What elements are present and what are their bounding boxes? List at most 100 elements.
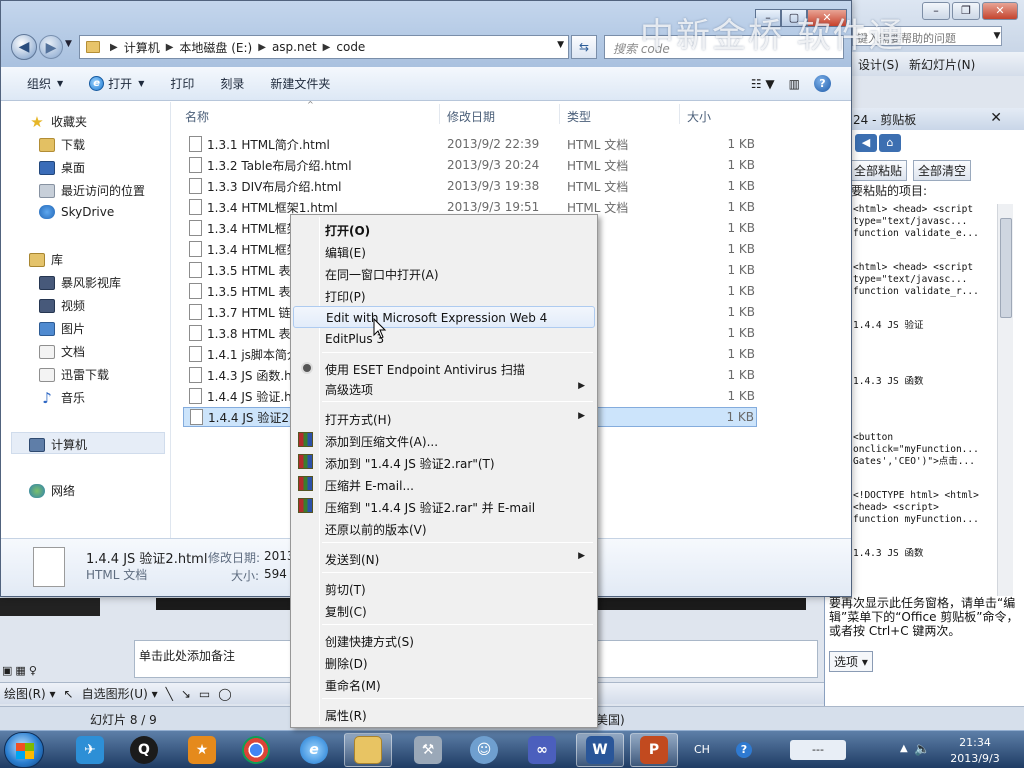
file-row[interactable]: 1.3.2 Table布局介绍.html 2013/9/3 20:24 HTML 文… xyxy=(183,155,757,175)
taskbar-powerpoint[interactable]: P xyxy=(630,733,678,767)
taskbar-qq[interactable]: Q xyxy=(120,733,168,767)
design-button[interactable]: 设计(S) xyxy=(858,56,899,73)
taskbar-internet-explorer[interactable]: e xyxy=(290,733,338,767)
menu-item-open-same-window[interactable]: 在同一窗口中打开(A) xyxy=(293,262,595,284)
sorter-view-icon[interactable]: ▦ xyxy=(15,664,25,677)
menu-item-delete[interactable]: 删除(D) xyxy=(293,651,595,673)
arrow-icon[interactable]: ↘ xyxy=(181,687,191,701)
menu-item-copy[interactable]: 复制(C) xyxy=(293,599,595,621)
taskbar-word[interactable]: W xyxy=(576,733,624,767)
chevron-down-icon[interactable]: ▼ xyxy=(990,26,1004,46)
volume-icon[interactable]: 🔈 xyxy=(914,742,930,757)
maximize-button[interactable]: ❐ xyxy=(952,2,980,20)
line-icon[interactable]: ╲ xyxy=(166,687,173,701)
nav-item-documents[interactable]: 文档 xyxy=(39,343,85,360)
nav-item-pictures[interactable]: 图片 xyxy=(39,320,85,337)
menu-item-compress-rar-email[interactable]: 压缩到 "1.4.4 JS 验证2.rar" 并 E-mail xyxy=(293,495,595,517)
chevron-right-icon[interactable]: ▶ xyxy=(258,42,266,53)
column-header-name[interactable]: 名称 xyxy=(185,108,209,125)
back-icon[interactable]: ◀ xyxy=(855,134,877,152)
close-icon[interactable]: ✕ xyxy=(990,110,1002,126)
breadcrumb-item[interactable]: asp.net xyxy=(272,40,317,54)
chevron-right-icon[interactable]: ▶ xyxy=(323,42,331,53)
menu-item-eset-scan[interactable]: 使用 ESET Endpoint Antivirus 扫描 xyxy=(293,357,595,379)
nav-libraries[interactable]: 库 xyxy=(29,251,63,268)
menu-item-add-rar[interactable]: 添加到 "1.4.4 JS 验证2.rar"(T) xyxy=(293,451,595,473)
taskbar-app-orange[interactable]: ★ xyxy=(178,733,226,767)
column-header-size[interactable]: 大小 xyxy=(687,108,711,125)
column-header-date[interactable]: 修改日期 xyxy=(447,108,495,125)
menu-item-properties[interactable]: 属性(R) xyxy=(293,703,595,725)
menu-item-edit-expression-web[interactable]: Edit with Microsoft Expression Web 4 xyxy=(293,306,595,328)
draw-menu-button[interactable]: 绘图(R) ▾ xyxy=(4,685,56,702)
nav-item-recent[interactable]: 最近访问的位置 xyxy=(39,182,145,199)
clear-all-button[interactable]: 全部清空 xyxy=(913,160,972,181)
clipboard-item[interactable]: <html> <head> <script type="text/javasc.… xyxy=(853,262,1003,298)
breadcrumb-item[interactable]: 本地磁盘 (E:) xyxy=(179,39,252,56)
language-indicator[interactable]: CH xyxy=(694,743,710,756)
menu-item-print[interactable]: 打印(P) xyxy=(293,284,595,306)
clipboard-item[interactable]: <html> <head> <script type="text/javasc.… xyxy=(853,204,1003,240)
taskbar-tools[interactable]: ⚒ xyxy=(404,733,452,767)
preview-pane-icon[interactable]: ▥ xyxy=(789,77,800,91)
input-method-indicator[interactable]: --- xyxy=(790,740,846,760)
print-button[interactable]: 打印 xyxy=(170,75,194,92)
menu-item-create-shortcut[interactable]: 创建快捷方式(S) xyxy=(293,629,595,651)
menu-item-open-with[interactable]: 打开方式(H) ▶ xyxy=(293,407,595,429)
back-button[interactable]: ◀ xyxy=(11,34,37,60)
column-divider[interactable] xyxy=(559,104,560,124)
slide-thumbnail[interactable] xyxy=(0,598,100,616)
burn-button[interactable]: 刻录 xyxy=(220,75,244,92)
nav-item-videos[interactable]: 视频 xyxy=(39,297,85,314)
minimize-button[interactable]: – xyxy=(922,2,950,20)
new-folder-button[interactable]: 新建文件夹 xyxy=(270,75,330,92)
view-options-icon[interactable]: ☷ ▼ xyxy=(751,77,775,91)
pointer-icon[interactable]: ↖ xyxy=(64,687,74,701)
menu-item-restore-previous[interactable]: 还原以前的版本(V) xyxy=(293,517,595,539)
normal-view-icon[interactable]: ▣ xyxy=(2,664,12,677)
rectangle-icon[interactable]: ▭ xyxy=(199,687,210,701)
slideshow-icon[interactable]: ♀ xyxy=(29,664,37,677)
menu-item-cut[interactable]: 剪切(T) xyxy=(293,577,595,599)
menu-item-rename[interactable]: 重命名(M) xyxy=(293,673,595,695)
oval-icon[interactable]: ◯ xyxy=(218,687,231,701)
open-button[interactable]: e 打开 ▼ xyxy=(89,75,144,92)
clipboard-item[interactable]: 1.4.3 JS 函数 xyxy=(853,548,1003,560)
nav-item-xunlei[interactable]: 迅雷下载 xyxy=(39,366,109,383)
options-button[interactable]: 选项 ▾ xyxy=(829,651,873,672)
menu-item-advanced[interactable]: 高级选项 ▶ xyxy=(293,377,595,399)
new-slide-button[interactable]: 新幻灯片(N) xyxy=(909,56,975,73)
menu-item-compress-email[interactable]: 压缩并 E-mail... xyxy=(293,473,595,495)
paste-all-button[interactable]: 全部粘贴 xyxy=(849,160,908,181)
close-button[interactable]: ✕ xyxy=(982,2,1018,20)
nav-item-desktop[interactable]: 桌面 xyxy=(39,159,85,176)
scrollbar[interactable] xyxy=(997,204,1013,596)
taskbar-chrome[interactable] xyxy=(232,733,280,767)
clipboard-item[interactable]: 1.4.3 JS 函数 xyxy=(853,376,1003,388)
nav-item-skydrive[interactable]: SkyDrive xyxy=(39,205,114,219)
forward-button[interactable]: ▶ xyxy=(39,35,63,59)
taskbar-explorer[interactable] xyxy=(344,733,392,767)
start-button[interactable] xyxy=(4,732,44,768)
chevron-right-icon[interactable]: ▶ xyxy=(110,42,118,53)
menu-item-add-archive[interactable]: 添加到压缩文件(A)... xyxy=(293,429,595,451)
organize-button[interactable]: 组织 ▼ xyxy=(27,75,63,92)
menu-item-editplus[interactable]: EditPlus 3 xyxy=(293,328,595,350)
show-hidden-icons-icon[interactable]: ▲ xyxy=(900,743,908,754)
nav-item-music[interactable]: ♪ 音乐 xyxy=(39,389,85,406)
nav-computer[interactable]: 计算机 xyxy=(29,436,87,453)
menu-item-edit[interactable]: 编辑(E) xyxy=(293,240,595,262)
taskbar-infinity-app[interactable]: ∞ xyxy=(518,733,566,767)
taskbar-user-app[interactable]: ☺ xyxy=(460,733,508,767)
autoshapes-button[interactable]: 自选图形(U) ▾ xyxy=(82,685,158,702)
breadcrumb-item[interactable]: 计算机 xyxy=(124,39,160,56)
file-row[interactable]: 1.3.1 HTML简介.html 2013/9/2 22:39 HTML 文档 1 … xyxy=(183,134,757,154)
menu-item-open[interactable]: 打开(O) xyxy=(293,218,595,240)
recent-pages-dropdown[interactable]: ▼ xyxy=(65,39,72,49)
clipboard-item[interactable]: <button onclick="myFunction... Gates','C… xyxy=(853,432,1003,468)
column-header-type[interactable]: 类型 xyxy=(567,108,591,125)
clock[interactable]: 21:34 2013/9/3 xyxy=(945,735,1005,767)
home-icon[interactable]: ⌂ xyxy=(879,134,901,152)
menu-item-send-to[interactable]: 发送到(N) ▶ xyxy=(293,547,595,569)
taskbar-bird-app[interactable]: ✈ xyxy=(66,733,114,767)
